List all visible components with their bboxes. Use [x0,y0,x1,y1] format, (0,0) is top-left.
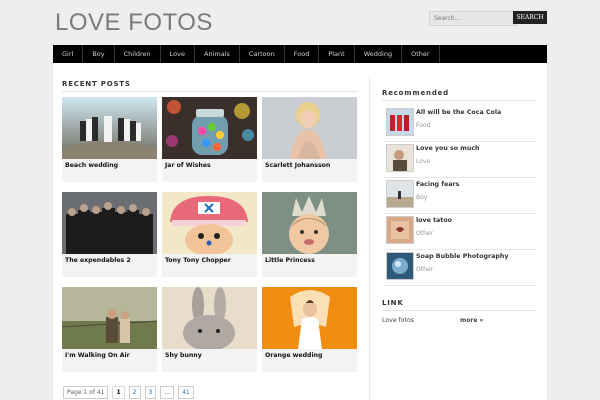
recommended-item[interactable]: Love you so much Love [384,141,536,174]
recommended-thumbnail[interactable] [386,252,414,280]
post-thumbnail[interactable] [162,192,257,254]
post-card[interactable]: Beach wedding [62,97,157,182]
recent-posts-heading: RECENT POSTS [62,80,131,88]
nav-item-other[interactable]: Other [402,45,440,63]
post-title[interactable]: Tony Tony Chopper [165,257,231,264]
post-card[interactable]: Orange wedding [262,287,357,372]
recommended-category[interactable]: Love [416,158,430,165]
page-link[interactable]: 3 [144,386,157,399]
link-rule [382,310,536,311]
recommended-item[interactable]: All will be the Coca Cola Food [384,105,536,138]
nav-item-children[interactable]: Children [115,45,161,63]
post-card[interactable]: Scarlett Johansson [262,97,357,182]
post-card[interactable]: Jar of Wishes [162,97,257,182]
post-title[interactable]: Little Princess [265,257,315,264]
recommended-thumbnail[interactable] [386,216,414,244]
post-title[interactable]: Beach wedding [65,162,118,169]
post-thumbnail[interactable] [62,287,157,349]
nav-item-wedding[interactable]: Wedding [355,45,403,63]
nav-item-plant[interactable]: Plant [319,45,355,63]
column-divider [369,78,370,400]
nav-item-love[interactable]: Love [161,45,196,63]
recommended-title[interactable]: All will be the Coca Cola [416,109,501,116]
post-card[interactable]: Tony Tony Chopper [162,192,257,277]
post-thumbnail[interactable] [162,97,257,159]
recommended-item[interactable]: Facing fears Boy [384,177,536,210]
recent-posts-rule [62,91,358,92]
recommended-divider [384,285,536,286]
post-title[interactable]: Shy bunny [165,352,202,359]
link-heading: LINK [382,299,404,307]
post-title[interactable]: The expendables 2 [65,257,131,264]
recommended-item[interactable]: Soap Bubble Photography Other [384,249,536,282]
nav-item-food[interactable]: Food [285,45,320,63]
recommended-category[interactable]: Boy [416,194,427,201]
post-thumbnail[interactable] [62,192,157,254]
post-thumbnail[interactable] [162,287,257,349]
search-input[interactable] [429,11,517,26]
post-card[interactable]: Shy bunny [162,287,257,372]
page-current[interactable]: 1 [112,386,125,399]
page-ellipsis: ... [160,386,175,399]
nav-item-girl[interactable]: Girl [53,45,84,63]
recommended-heading: Recommended [382,89,449,97]
post-title[interactable]: Scarlett Johansson [265,162,330,169]
post-title[interactable]: Jar of Wishes [165,162,211,169]
post-card[interactable]: The expendables 2 [62,192,157,277]
recommended-thumbnail[interactable] [386,144,414,172]
recommended-title[interactable]: Soap Bubble Photography [416,253,508,260]
link-more[interactable]: more » [460,317,483,324]
recommended-rule [382,100,536,101]
post-card[interactable]: I'm Walking On Air [62,287,157,372]
post-thumbnail[interactable] [262,192,357,254]
main-nav: Girl Boy Children Love Animals Cartoon F… [53,45,547,63]
recommended-title[interactable]: Facing fears [416,181,459,188]
main-content: RECENT POSTS Beach wedding Jar of Wishes [53,63,547,400]
recommended-category[interactable]: Other [416,266,433,273]
recommended-category[interactable]: Other [416,230,433,237]
recommended-thumbnail[interactable] [386,108,414,136]
post-thumbnail[interactable] [262,97,357,159]
search-button[interactable]: SEARCH [513,11,547,24]
nav-item-boy[interactable]: Boy [83,45,115,63]
post-title[interactable]: Orange wedding [265,352,322,359]
pagination-status: Page 1 of 41 [63,386,109,399]
post-thumbnail[interactable] [262,287,357,349]
recommended-title[interactable]: love tatoo [416,217,452,224]
recommended-title[interactable]: Love you so much [416,145,480,152]
post-thumbnail[interactable] [62,97,157,159]
page-link-last[interactable]: 41 [178,386,194,399]
site-title[interactable]: LOVE FOTOS [55,9,213,37]
nav-item-animals[interactable]: Animals [195,45,240,63]
page-link[interactable]: 2 [128,386,141,399]
post-title[interactable]: I'm Walking On Air [65,352,130,359]
link-love-fotos[interactable]: Love fotos [382,317,414,324]
pagination: Page 1 of 41 1 2 3 ... 41 [63,386,198,399]
recommended-thumbnail[interactable] [386,180,414,208]
recommended-item[interactable]: love tatoo Other [384,213,536,246]
post-card[interactable]: Little Princess [262,192,357,277]
nav-item-cartoon[interactable]: Cartoon [240,45,285,63]
recommended-category[interactable]: Food [416,122,430,129]
